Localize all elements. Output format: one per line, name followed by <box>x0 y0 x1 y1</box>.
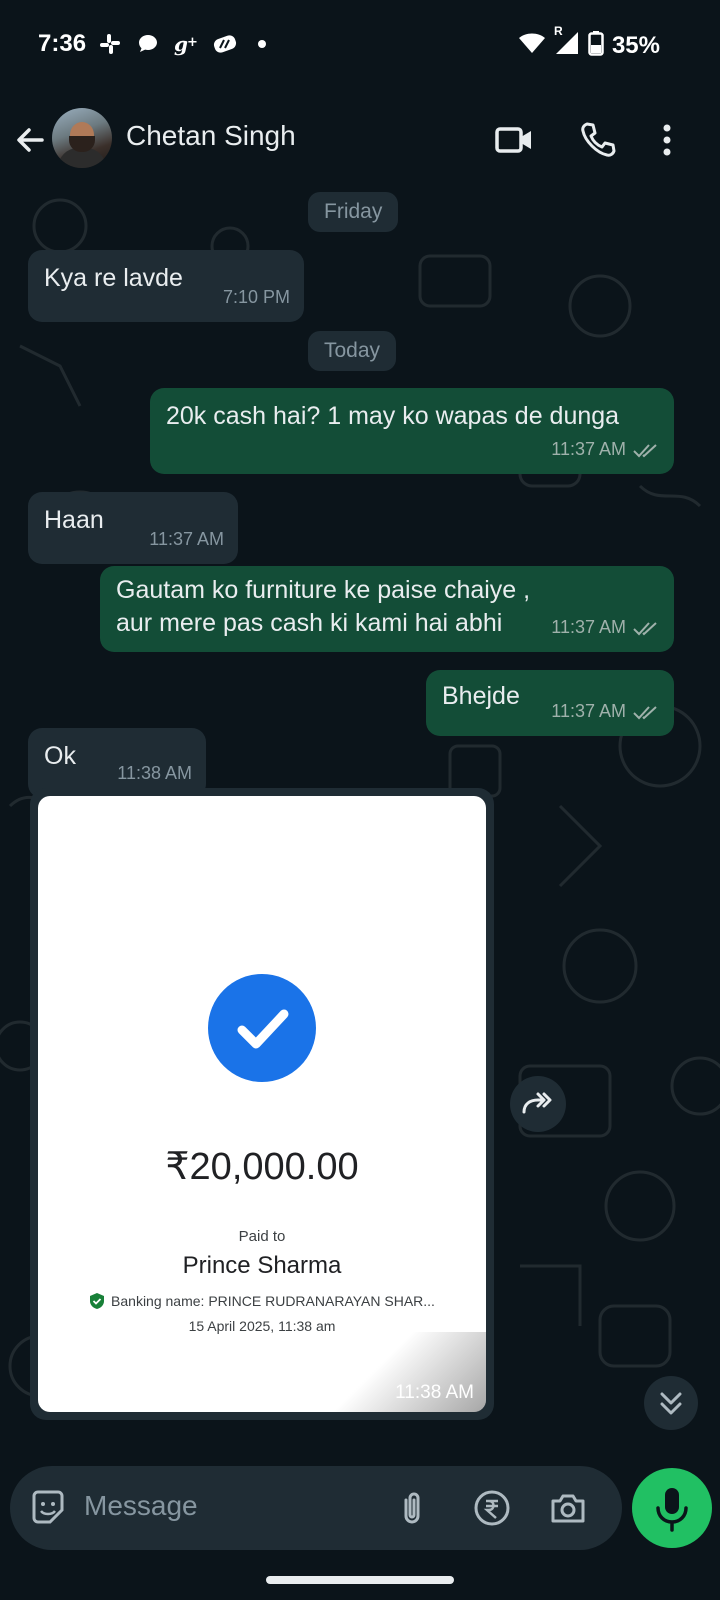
read-receipt-icon <box>633 621 657 635</box>
message-text: Bhejde <box>442 682 520 710</box>
verified-shield-icon <box>90 1293 105 1309</box>
banking-name: Banking name: PRINCE RUDRANARAYAN SHAR..… <box>111 1293 435 1309</box>
attach-icon[interactable] <box>392 1488 432 1528</box>
rupee-payment-icon[interactable] <box>472 1488 512 1528</box>
svg-text:+: + <box>187 35 198 50</box>
message-meta: 11:37 AM <box>551 611 660 644</box>
message-meta: 11:37 AM <box>551 695 660 728</box>
dot-icon <box>250 32 274 56</box>
forward-icon[interactable] <box>510 1076 566 1132</box>
message-outgoing[interactable]: Gautam ko furniture ke paise chaiye , au… <box>100 566 674 652</box>
message-meta: 11:37 AM <box>551 433 660 466</box>
message-incoming[interactable]: Kya re lavde 7:10 PM <box>28 250 304 322</box>
status-time: 7:36 <box>38 30 87 57</box>
more-vert-icon[interactable] <box>652 120 692 160</box>
image-message[interactable]: ₹20,000.00 Paid to Prince Sharma Banking… <box>30 788 494 1420</box>
avatar[interactable] <box>52 108 112 168</box>
paid-to-label: Paid to <box>238 1228 286 1245</box>
scroll-down-icon[interactable] <box>644 1376 698 1430</box>
image-time: 11:38 AM <box>395 1382 474 1403</box>
message-text: Ok <box>44 742 76 770</box>
signal-icon: R <box>554 24 580 61</box>
message-input[interactable]: Message <box>84 1490 198 1522</box>
sticker-icon[interactable] <box>28 1488 68 1528</box>
message-time: 7:10 PM <box>222 287 290 307</box>
notification-icons: g + <box>98 32 274 56</box>
read-receipt-icon <box>633 705 657 719</box>
status-right: R 35% <box>518 24 660 61</box>
roaming-label: R <box>553 24 563 38</box>
success-check-icon <box>208 974 316 1082</box>
svg-text:g: g <box>174 32 188 56</box>
message-text: Kya re lavde <box>44 264 183 292</box>
slack-icon <box>98 32 122 56</box>
app-icon <box>212 32 237 56</box>
message-time: 11:37 AM <box>149 529 224 549</box>
message-outgoing[interactable]: Bhejde 11:37 AM <box>426 670 674 736</box>
chat-area[interactable]: Friday Kya re lavde 7:10 PM Today 20k ca… <box>0 186 720 1452</box>
payee-name: Prince Sharma <box>182 1252 342 1279</box>
contact-name[interactable]: Chetan Singh <box>126 120 296 152</box>
message-time: 11:38 AM <box>117 763 192 783</box>
message-incoming[interactable]: Haan 11:37 AM <box>28 492 238 564</box>
message-composer: Message <box>10 1466 622 1550</box>
payment-amount: ₹20,000.00 <box>165 1146 359 1188</box>
message-text: 20k cash hai? 1 may ko wapas de dunga <box>166 402 620 430</box>
status-bar: 7:36 g + R 35% <box>0 0 720 90</box>
chat-header: Chetan Singh <box>0 90 720 186</box>
camera-icon[interactable] <box>548 1488 588 1528</box>
video-call-icon[interactable] <box>494 120 534 160</box>
google-plus-icon: g + <box>174 32 198 56</box>
banking-name-row: Banking name: PRINCE RUDRANARAYAN SHAR..… <box>38 1292 486 1310</box>
mic-icon <box>656 1488 688 1532</box>
chat-icon <box>136 32 160 56</box>
battery-percent: 35% <box>611 31 660 59</box>
message-text: Gautam ko furniture ke paise chaiye , au… <box>116 576 531 637</box>
mic-button[interactable] <box>632 1468 712 1548</box>
date-chip-today: Today <box>308 331 397 371</box>
message-text: Haan <box>44 506 104 534</box>
date-chip-friday: Friday <box>308 192 399 232</box>
message-outgoing[interactable]: 20k cash hai? 1 may ko wapas de dunga 11… <box>150 388 674 474</box>
back-arrow-icon[interactable] <box>12 122 48 158</box>
payment-screenshot[interactable]: ₹20,000.00 Paid to Prince Sharma Banking… <box>38 796 486 1412</box>
phone-icon[interactable] <box>578 120 618 160</box>
read-receipt-icon <box>633 443 657 457</box>
gesture-nav-bar[interactable] <box>266 1576 454 1584</box>
battery-icon <box>588 30 604 61</box>
wifi-icon <box>518 31 546 60</box>
